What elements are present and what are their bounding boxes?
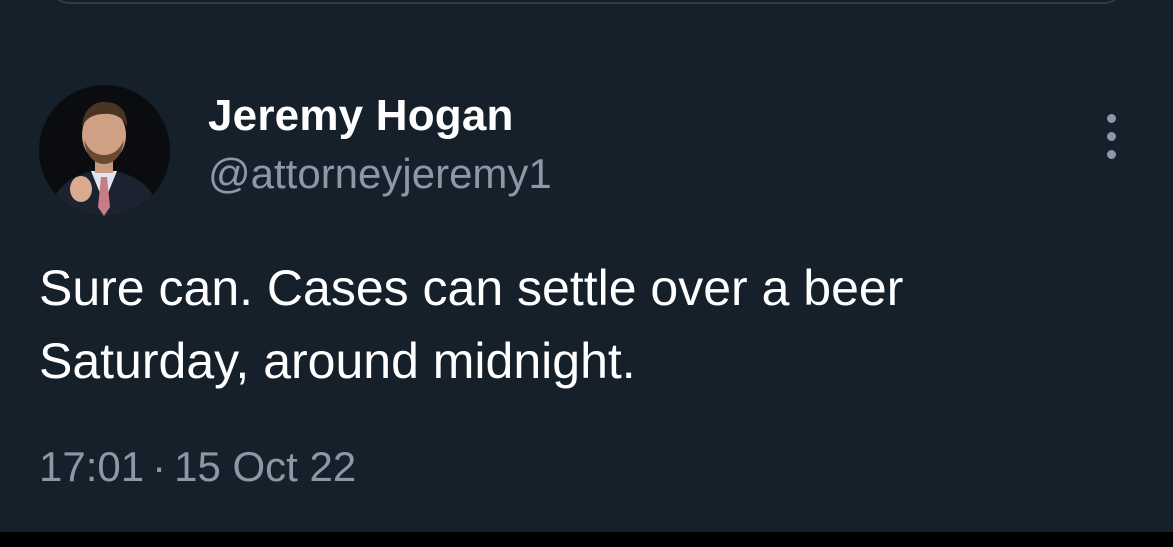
author-name[interactable]: Jeremy Hogan (208, 91, 514, 141)
more-dot (1107, 132, 1116, 141)
avatar[interactable] (39, 85, 170, 216)
tweet-timestamp[interactable]: 17:01 · 15 Oct 22 (39, 443, 356, 491)
previous-tweet-card-edge (48, 0, 1126, 4)
more-vertical-icon[interactable] (1096, 112, 1128, 162)
more-dot (1107, 114, 1116, 123)
meta-separator: · (152, 443, 167, 490)
tweet-panel: Jeremy Hogan @attorneyjeremy1 Sure can. … (0, 0, 1173, 532)
tweet-date: 15 Oct 22 (174, 443, 357, 490)
tweet-time: 17:01 (39, 443, 145, 490)
avatar-image (39, 85, 170, 216)
more-dot (1107, 150, 1116, 159)
author-handle[interactable]: @attorneyjeremy1 (208, 150, 552, 198)
tweet-text: Sure can. Cases can settle over a beer S… (39, 260, 904, 389)
